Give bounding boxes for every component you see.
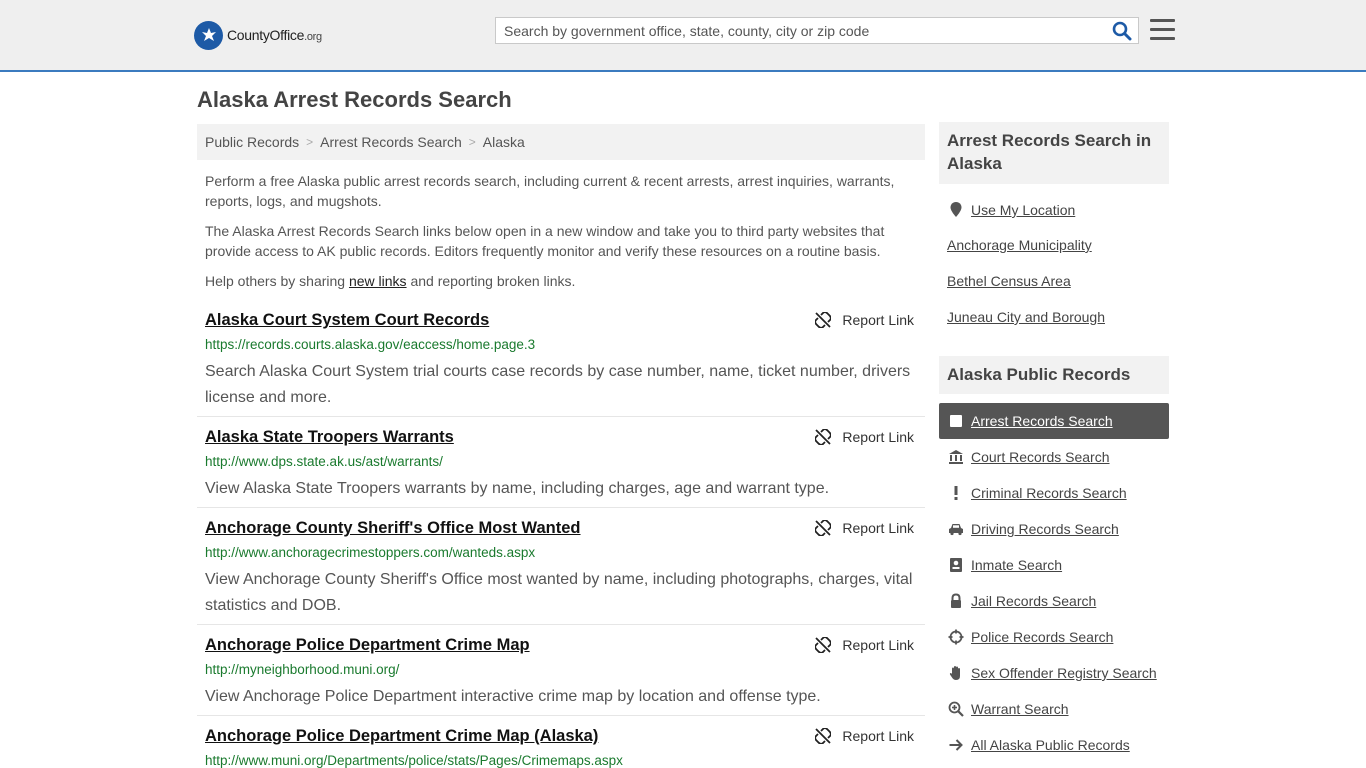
- use-my-location-link[interactable]: Use My Location: [947, 201, 1075, 219]
- sidebar-item-driving-records[interactable]: Driving Records Search: [939, 511, 1169, 547]
- broken-link-icon: [815, 520, 832, 536]
- listing-url: http://www.anchoragecrimestoppers.com/wa…: [205, 545, 536, 560]
- crosshair-icon: [947, 628, 965, 646]
- sidebar-item-warrant-search[interactable]: Warrant Search: [939, 691, 1169, 727]
- intro-paragraph: Perform a free Alaska public arrest reco…: [205, 173, 895, 209]
- breadcrumb-separator: >: [468, 135, 476, 149]
- listing-url: http://www.dps.state.ak.us/ast/warrants/: [205, 454, 443, 469]
- sidebar-item-all-public-records[interactable]: All Alaska Public Records: [939, 727, 1169, 763]
- location-link-anchorage[interactable]: Anchorage Municipality: [947, 237, 1092, 253]
- listing-title-link[interactable]: Anchorage Police Department Crime Map (A…: [205, 727, 598, 746]
- listing-item: Anchorage Police Department Crime Map Re…: [197, 636, 925, 716]
- sidebar-item-sex-offender-registry[interactable]: Sex Offender Registry Search: [939, 655, 1169, 691]
- courthouse-icon: [947, 448, 965, 466]
- new-links-link[interactable]: new links: [349, 273, 407, 289]
- car-icon: [947, 520, 965, 538]
- breadcrumb-alaska[interactable]: Alaska: [483, 134, 525, 150]
- sidebar-item-jail-records[interactable]: Jail Records Search: [939, 583, 1169, 619]
- listing-title-link[interactable]: Alaska State Troopers Warrants: [205, 428, 454, 447]
- search-input[interactable]: [496, 18, 1104, 43]
- report-link-button[interactable]: Report Link: [815, 429, 914, 445]
- listing-description: View Alaska State Troopers warrants by n…: [205, 480, 830, 497]
- search-box: [495, 17, 1139, 44]
- sidebar-item-court-records[interactable]: Court Records Search: [939, 439, 1169, 475]
- sidebar-item-inmate-search[interactable]: Inmate Search: [939, 547, 1169, 583]
- sidebar-records-heading: Alaska Public Records: [939, 356, 1169, 394]
- listing-description: View Anchorage County Sheriff's Office m…: [205, 571, 913, 614]
- listing-item: Anchorage County Sheriff's Office Most W…: [197, 519, 925, 625]
- broken-link-icon: [815, 728, 832, 744]
- report-link-button[interactable]: Report Link: [815, 728, 914, 744]
- sidebar-locations-heading: Arrest Records Search in Alaska: [939, 122, 1169, 184]
- listing-description: View Anchorage Police Department interac…: [205, 688, 821, 705]
- breadcrumb: Public Records > Arrest Records Search >…: [197, 124, 925, 160]
- listing-url: http://www.muni.org/Departments/police/s…: [205, 753, 623, 768]
- listing-description: Search Alaska Court System trial courts …: [205, 363, 911, 406]
- search-icon[interactable]: [1112, 21, 1132, 41]
- listing-item: Anchorage Police Department Crime Map (A…: [197, 727, 925, 768]
- id-card-icon: [947, 556, 965, 574]
- listing-item: Alaska State Troopers Warrants Report Li…: [197, 428, 925, 508]
- listing-title-link[interactable]: Alaska Court System Court Records: [205, 311, 489, 330]
- location-link-juneau[interactable]: Juneau City and Borough: [947, 309, 1105, 325]
- listing-item: Alaska Court System Court Records Report…: [197, 311, 925, 417]
- listing-url: http://myneighborhood.muni.org/: [205, 662, 400, 677]
- breadcrumb-public-records[interactable]: Public Records: [205, 134, 299, 150]
- arrow-right-icon: [947, 736, 965, 754]
- location-link-bethel[interactable]: Bethel Census Area: [947, 273, 1071, 289]
- top-header: CountyOffice.org: [0, 0, 1366, 72]
- listing-title-link[interactable]: Anchorage Police Department Crime Map: [205, 636, 530, 655]
- listing-url: https://records.courts.alaska.gov/eacces…: [205, 337, 536, 352]
- sidebar-item-criminal-records[interactable]: Criminal Records Search: [939, 475, 1169, 511]
- intro-disclaimer: The Alaska Arrest Records Search links b…: [205, 223, 885, 259]
- page-title: Alaska Arrest Records Search: [197, 87, 512, 112]
- report-link-button[interactable]: Report Link: [815, 312, 914, 328]
- map-pin-icon: [950, 202, 962, 217]
- square-icon: [947, 412, 965, 430]
- lock-icon: [947, 592, 965, 610]
- hand-icon: [947, 664, 965, 682]
- logo-emblem-icon: [194, 20, 223, 50]
- report-link-button[interactable]: Report Link: [815, 637, 914, 653]
- intro-help: Help others by sharing new links and rep…: [205, 273, 576, 289]
- report-link-button[interactable]: Report Link: [815, 520, 914, 536]
- magnify-plus-icon: [947, 700, 965, 718]
- exclamation-icon: [947, 484, 965, 502]
- broken-link-icon: [815, 429, 832, 445]
- broken-link-icon: [815, 312, 832, 328]
- sidebar-item-police-records[interactable]: Police Records Search: [939, 619, 1169, 655]
- sidebar-item-arrest-records[interactable]: Arrest Records Search: [939, 403, 1169, 439]
- site-logo[interactable]: CountyOffice.org: [194, 20, 322, 50]
- listing-title-link[interactable]: Anchorage County Sheriff's Office Most W…: [205, 519, 581, 538]
- breadcrumb-separator: >: [306, 135, 314, 149]
- hamburger-menu-icon[interactable]: [1150, 19, 1175, 41]
- breadcrumb-arrest-records-search[interactable]: Arrest Records Search: [320, 134, 462, 150]
- logo-text: CountyOffice.org: [227, 27, 322, 43]
- broken-link-icon: [815, 637, 832, 653]
